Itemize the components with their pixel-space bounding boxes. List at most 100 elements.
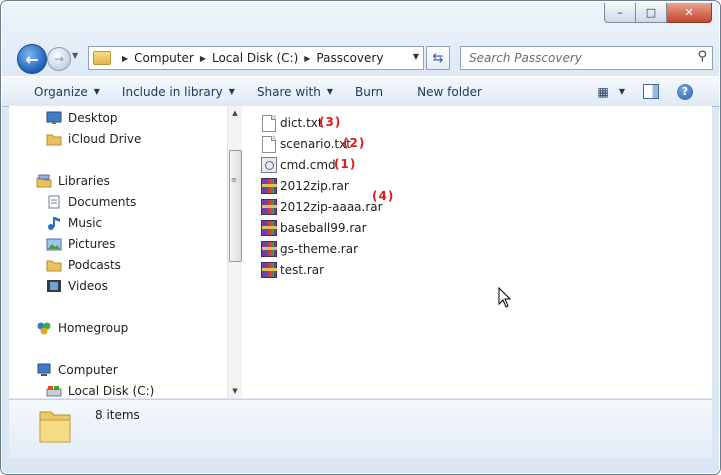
maximize-button[interactable]: □ bbox=[636, 3, 667, 23]
explorer-window: – □ ✕ ← → ▼ ▶ Computer ▶ Local Disk (C:)… bbox=[0, 0, 721, 475]
file-item[interactable]: dict.txt bbox=[261, 114, 323, 132]
drive-icon bbox=[46, 383, 62, 398]
file-name: dict.txt bbox=[280, 116, 323, 130]
sidebar-item-label: Videos bbox=[68, 279, 108, 293]
videos-icon bbox=[46, 278, 62, 294]
file-name: 2012zip.rar bbox=[280, 179, 349, 193]
sidebar-item-music[interactable]: Music bbox=[46, 214, 102, 232]
refresh-button[interactable]: ⇆ bbox=[426, 46, 450, 70]
sidebar-item-label: Pictures bbox=[68, 237, 116, 251]
sidebar-item-libraries[interactable]: Libraries bbox=[36, 172, 110, 190]
grip-icon: ≡ bbox=[231, 176, 237, 184]
file-item[interactable]: baseball99.rar bbox=[261, 219, 367, 237]
rar-archive-icon bbox=[261, 199, 277, 215]
search-icon[interactable]: ⚲ bbox=[697, 49, 707, 64]
sidebar-item-label: Computer bbox=[58, 363, 118, 377]
scroll-thumb[interactable] bbox=[229, 150, 242, 262]
organize-button[interactable]: Organize ▼ bbox=[26, 77, 108, 106]
refresh-icon: ⇆ bbox=[432, 50, 444, 66]
music-icon bbox=[46, 215, 62, 231]
chevron-down-icon: ▼ bbox=[326, 87, 333, 96]
search-input[interactable] bbox=[467, 50, 689, 66]
new-folder-button[interactable]: New folder bbox=[409, 77, 490, 106]
back-button[interactable]: ← bbox=[17, 44, 47, 74]
forward-button[interactable]: → bbox=[47, 47, 71, 71]
sidebar-item-homegroup[interactable]: Homegroup bbox=[36, 319, 128, 337]
close-button[interactable]: ✕ bbox=[667, 3, 712, 23]
annotation-label: (1) bbox=[334, 157, 357, 171]
breadcrumb-computer[interactable]: Computer bbox=[134, 51, 194, 65]
include-label: Include in library bbox=[121, 84, 223, 99]
breadcrumb-local-disk[interactable]: Local Disk (C:) bbox=[212, 51, 298, 65]
recent-pages-dropdown[interactable]: ▼ bbox=[72, 51, 78, 60]
arrow-left-icon: ← bbox=[25, 49, 39, 69]
sidebar-item-desktop[interactable]: Desktop bbox=[46, 109, 118, 127]
item-count: 8 items bbox=[95, 408, 140, 422]
address-bar[interactable]: ▶ Computer ▶ Local Disk (C:) ▶ Passcover… bbox=[88, 46, 424, 70]
sidebar-item-label: Desktop bbox=[68, 111, 118, 125]
chevron-down-icon: ▼ bbox=[93, 87, 100, 96]
chevron-right-icon[interactable]: ▶ bbox=[304, 54, 310, 63]
sidebar-item-computer[interactable]: Computer bbox=[36, 361, 118, 379]
folder-icon bbox=[93, 51, 111, 65]
text-file-icon bbox=[261, 135, 277, 153]
navigation-bar: ← → ▼ ▶ Computer ▶ Local Disk (C:) ▶ Pas… bbox=[15, 41, 713, 74]
sidebar-item-label: Homegroup bbox=[58, 321, 129, 335]
view-grid-icon: ▦ bbox=[597, 84, 609, 99]
breadcrumb-passcovery[interactable]: Passcovery bbox=[316, 51, 383, 65]
file-item[interactable]: 2012zip.rar bbox=[261, 177, 349, 195]
navigation-pane[interactable]: Desktop iCloud Drive Libraries Documents… bbox=[9, 106, 237, 398]
include-in-library-button[interactable]: Include in library ▼ bbox=[114, 77, 243, 106]
file-name: test.rar bbox=[280, 263, 325, 277]
sidebar-item-label: Local Disk (C:) bbox=[68, 384, 155, 398]
scroll-down-button[interactable]: ▼ bbox=[228, 384, 242, 398]
minimize-button[interactable]: – bbox=[604, 3, 636, 23]
chevron-down-icon[interactable]: ▼ bbox=[413, 52, 419, 61]
toolbar-right: ▦ ▼ ? bbox=[598, 77, 720, 106]
sidebar-item-pictures[interactable]: Pictures bbox=[46, 235, 116, 253]
search-box[interactable]: ⚲ bbox=[460, 46, 713, 70]
cmd-file-icon bbox=[261, 157, 277, 173]
change-view-button[interactable]: ▦ ▼ bbox=[598, 85, 626, 99]
rar-archive-icon bbox=[261, 241, 277, 257]
burn-button[interactable]: Burn bbox=[347, 77, 391, 106]
caption-buttons: – □ ✕ bbox=[604, 3, 712, 23]
annotation-label: (4) bbox=[372, 189, 395, 203]
sidebar-item-label: Music bbox=[68, 216, 103, 230]
pictures-icon bbox=[46, 236, 62, 252]
chevron-down-icon: ▼ bbox=[228, 87, 235, 96]
preview-pane-button[interactable] bbox=[643, 84, 659, 99]
sidebar-scrollbar[interactable]: ▲ ≡ ▼ bbox=[227, 106, 242, 398]
help-button[interactable]: ? bbox=[677, 83, 693, 100]
file-list[interactable]: dict.txt scenario.txt cmd.cmd 2012zip.ra… bbox=[242, 106, 712, 398]
sidebar-item-podcasts[interactable]: Podcasts bbox=[46, 256, 121, 274]
scroll-up-button[interactable]: ▲ bbox=[228, 106, 242, 120]
file-item[interactable]: gs-theme.rar bbox=[261, 240, 358, 258]
libraries-icon bbox=[36, 173, 52, 189]
chevron-right-icon[interactable]: ▶ bbox=[200, 54, 206, 63]
sidebar-item-label: Podcasts bbox=[68, 258, 121, 272]
file-name: gs-theme.rar bbox=[280, 242, 358, 256]
folder-icon bbox=[46, 131, 62, 147]
homegroup-icon bbox=[36, 320, 52, 336]
file-item[interactable]: 2012zip-aaaa.rar bbox=[261, 198, 383, 216]
sidebar-item-label: Documents bbox=[68, 195, 137, 209]
sidebar-item-label: iCloud Drive bbox=[68, 132, 142, 146]
file-name: 2012zip-aaaa.rar bbox=[280, 200, 383, 214]
file-item[interactable]: test.rar bbox=[261, 261, 324, 279]
sidebar-item-documents[interactable]: Documents bbox=[46, 193, 136, 211]
chevron-right-icon[interactable]: ▶ bbox=[122, 54, 128, 63]
share-with-button[interactable]: Share with ▼ bbox=[249, 77, 341, 106]
sidebar-item-icloud-drive[interactable]: iCloud Drive bbox=[46, 130, 141, 148]
sidebar-item-label: Libraries bbox=[58, 174, 110, 188]
file-item[interactable]: scenario.txt bbox=[261, 135, 351, 153]
file-item[interactable]: cmd.cmd bbox=[261, 156, 336, 174]
annotation-label: (2) bbox=[343, 136, 366, 150]
annotation-label: (3) bbox=[319, 115, 342, 129]
file-name: scenario.txt bbox=[280, 137, 351, 151]
documents-icon bbox=[46, 194, 62, 210]
sidebar-item-local-disk[interactable]: Local Disk (C:) bbox=[46, 382, 154, 398]
text-file-icon bbox=[261, 114, 277, 132]
sidebar-item-videos[interactable]: Videos bbox=[46, 277, 108, 295]
details-pane: 8 items bbox=[9, 399, 712, 458]
